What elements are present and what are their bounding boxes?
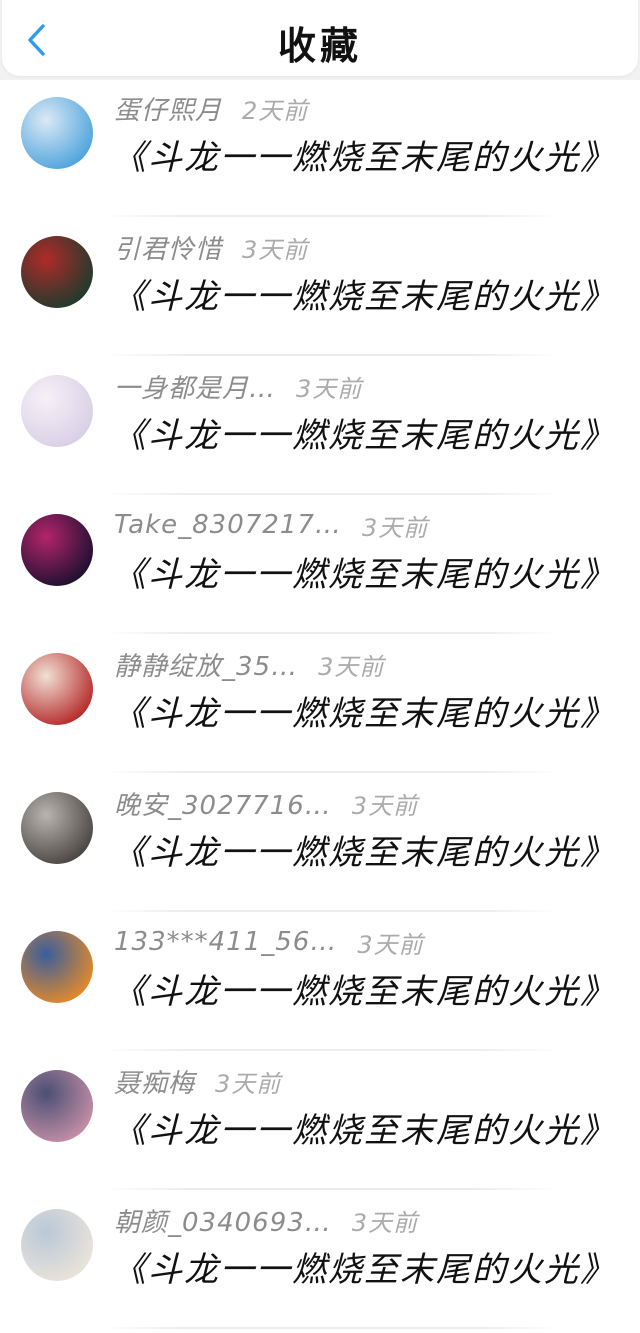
item-meta: 引君怜惜 3天前 — [114, 229, 308, 265]
username[interactable]: 聂痴梅 — [114, 1063, 195, 1100]
item-meta: Take_8307217… 3天前 — [114, 507, 428, 543]
username[interactable]: 朝颜_0340693… — [114, 1202, 332, 1239]
username[interactable]: 蛋仔熙月 — [114, 90, 222, 127]
avatar[interactable] — [21, 514, 93, 586]
favorites-list: 蛋仔熙月 2天前 《斗龙一一燃烧至末尾的火光》 引君怜惜 3天前 《斗龙一一燃烧至末尾的火… — [0, 78, 640, 1329]
timestamp: 3天前 — [351, 1208, 419, 1237]
list-item[interactable]: 蛋仔熙月 2天前《斗龙一一燃烧至末尾的火光》 — [0, 78, 640, 217]
item-meta: 聂痴梅 3天前 — [114, 1063, 281, 1099]
avatar[interactable] — [21, 1209, 93, 1281]
avatar[interactable] — [21, 931, 93, 1003]
list-item[interactable]: 晚安_3027716… 3天前《斗龙一一燃烧至末尾的火光》 — [0, 773, 640, 912]
timestamp: 3天前 — [351, 791, 419, 820]
favorite-title[interactable]: 《斗龙一一燃烧至末尾的火光》 — [112, 1109, 616, 1153]
item-meta: 蛋仔熙月 2天前 — [114, 90, 308, 126]
avatar[interactable] — [21, 792, 93, 864]
username[interactable]: 133***411_56… — [114, 927, 337, 957]
favorite-title[interactable]: 《斗龙一一燃烧至末尾的火光》 — [112, 136, 616, 180]
item-meta: 一身都是月… 3天前 — [114, 368, 362, 404]
list-item[interactable]: 引君怜惜 3天前《斗龙一一燃烧至末尾的火光》 — [0, 217, 640, 356]
divider — [104, 1327, 558, 1329]
list-item[interactable]: 朝颜_0340693… 3天前《斗龙一一燃烧至末尾的火光》 — [0, 1190, 640, 1329]
timestamp: 3天前 — [242, 235, 309, 264]
avatar[interactable] — [21, 375, 93, 447]
item-meta: 133***411_56… 3天前 — [114, 924, 424, 960]
timestamp: 3天前 — [296, 374, 363, 403]
favorite-title[interactable]: 《斗龙一一燃烧至末尾的火光》 — [112, 553, 616, 597]
page-title: 收藏 — [277, 24, 362, 68]
avatar[interactable] — [21, 97, 93, 169]
avatar[interactable] — [21, 1070, 93, 1142]
favorite-title[interactable]: 《斗龙一一燃烧至末尾的火光》 — [112, 692, 616, 736]
item-meta: 朝颜_0340693… 3天前 — [114, 1202, 418, 1238]
list-item[interactable]: 133***411_56… 3天前《斗龙一一燃烧至末尾的火光》 — [0, 912, 640, 1051]
timestamp: 3天前 — [361, 513, 429, 542]
list-item[interactable]: 静静绽放_35… 3天前《斗龙一一燃烧至末尾的火光》 — [0, 634, 640, 773]
favorite-title[interactable]: 《斗龙一一燃烧至末尾的火光》 — [112, 970, 616, 1014]
username[interactable]: 晚安_3027716… — [114, 785, 332, 822]
nav-header: 收藏 — [2, 0, 638, 76]
timestamp: 2天前 — [242, 96, 309, 125]
username[interactable]: Take_8307217… — [114, 510, 342, 540]
username[interactable]: 引君怜惜 — [114, 229, 222, 266]
avatar[interactable] — [21, 653, 93, 725]
favorite-title[interactable]: 《斗龙一一燃烧至末尾的火光》 — [112, 414, 616, 458]
list-item[interactable]: Take_8307217… 3天前《斗龙一一燃烧至末尾的火光》 — [0, 495, 640, 634]
username[interactable]: 一身都是月… — [114, 368, 276, 405]
timestamp: 3天前 — [215, 1069, 282, 1098]
timestamp: 3天前 — [357, 930, 424, 959]
list-item[interactable]: 聂痴梅 3天前《斗龙一一燃烧至末尾的火光》 — [0, 1051, 640, 1190]
avatar[interactable] — [21, 236, 93, 308]
username[interactable]: 静静绽放_35… — [114, 646, 298, 683]
item-meta: 静静绽放_35… 3天前 — [114, 646, 384, 682]
favorite-title[interactable]: 《斗龙一一燃烧至末尾的火光》 — [112, 1248, 616, 1292]
timestamp: 3天前 — [318, 652, 385, 681]
list-item[interactable]: 一身都是月… 3天前《斗龙一一燃烧至末尾的火光》 — [0, 356, 640, 495]
favorite-title[interactable]: 《斗龙一一燃烧至末尾的火光》 — [112, 275, 616, 319]
item-meta: 晚安_3027716… 3天前 — [114, 785, 418, 821]
favorite-title[interactable]: 《斗龙一一燃烧至末尾的火光》 — [112, 831, 616, 875]
